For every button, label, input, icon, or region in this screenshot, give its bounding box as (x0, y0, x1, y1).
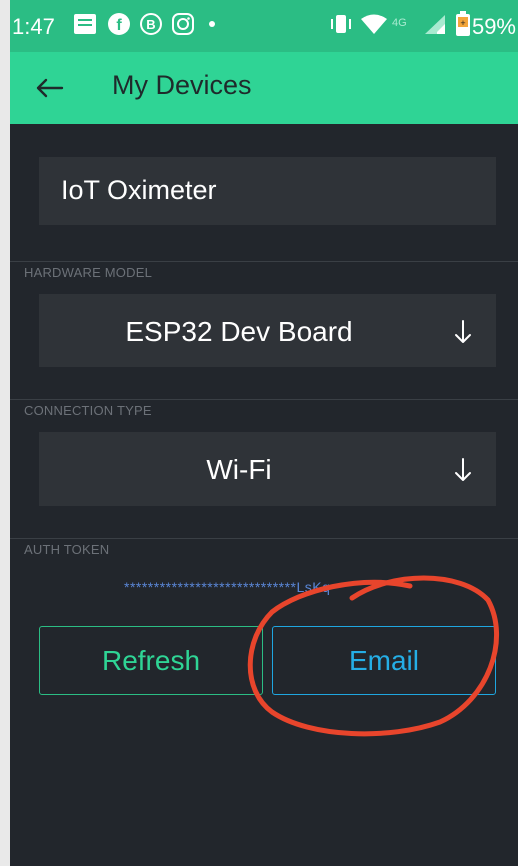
back-arrow-icon[interactable] (32, 70, 68, 106)
facebook-icon: f (106, 12, 132, 36)
divider (10, 399, 518, 400)
device-name-input[interactable]: IoT Oximeter (39, 157, 496, 225)
battery-icon: + (454, 11, 472, 36)
connection-type-select[interactable]: Wi-Fi (39, 432, 496, 506)
page-title: My Devices (112, 70, 252, 100)
vibrate-icon (328, 12, 354, 36)
svg-text:B: B (146, 17, 155, 32)
divider (10, 538, 518, 539)
refresh-button[interactable]: Refresh (39, 626, 263, 695)
hardware-model-value: ESP32 Dev Board (125, 316, 353, 347)
hardware-model-select[interactable]: ESP32 Dev Board (39, 294, 496, 367)
connection-type-label: CONNECTION TYPE (24, 403, 152, 418)
phone-screen: 1:47 f B 4G + 59% My Devices IoT Oximete… (10, 0, 518, 866)
divider (10, 261, 518, 262)
email-button[interactable]: Email (272, 626, 496, 695)
network-icon: 4G (390, 12, 420, 36)
dot-icon (206, 12, 218, 36)
status-time: 1:47 (12, 14, 55, 39)
arrow-down-icon (452, 318, 474, 346)
wifi-icon (360, 12, 388, 36)
auth-token-label: AUTH TOKEN (24, 542, 110, 557)
device-name-value: IoT Oximeter (61, 175, 217, 205)
svg-text:4G: 4G (392, 17, 407, 29)
svg-text:f: f (116, 17, 122, 34)
battery-percent: 59% (471, 14, 516, 39)
instagram-icon (170, 12, 196, 36)
connection-type-value: Wi-Fi (206, 454, 272, 485)
bitcoin-icon: B (138, 12, 164, 36)
status-bar: 1:47 f B 4G + 59% (10, 0, 518, 52)
auth-token-value[interactable]: *****************************LsKq (124, 579, 330, 595)
hardware-model-label: HARDWARE MODEL (24, 265, 152, 280)
app-bar: My Devices (10, 52, 518, 124)
svg-text:+: + (460, 18, 465, 28)
signal-icon (422, 12, 448, 36)
arrow-down-icon (452, 456, 474, 484)
message-icon (72, 12, 98, 36)
